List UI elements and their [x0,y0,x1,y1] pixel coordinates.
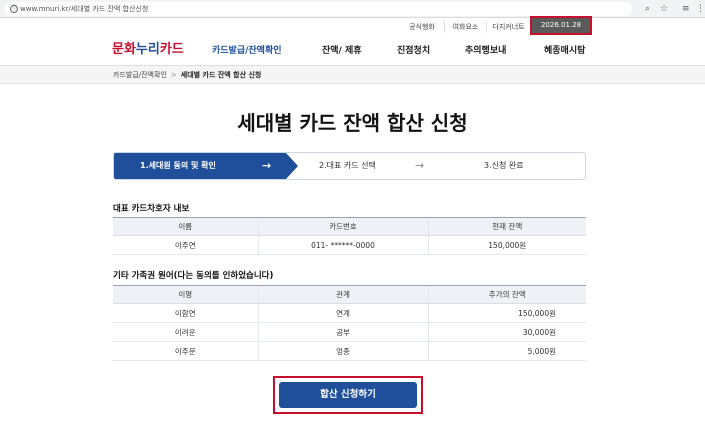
table-cell: 150,000원 [427,303,586,323]
breadcrumb-current: 세대별 카드 잔액 합산 신청 [180,71,262,79]
submit-highlight: 합산 신청하기 [273,376,423,414]
column-header: 카드번호 [257,217,428,236]
step-2-label: 2.대표 카드 선택 [319,161,376,170]
logo-text-1: 문화 [112,42,136,57]
search-icon[interactable]: ⌕ [645,3,650,15]
menu-item-5[interactable]: 혜종매시탐 [544,44,585,58]
table-cell: 이려운 [113,322,258,342]
menu-item-3[interactable]: 진점청치 [397,44,430,58]
submit-button[interactable]: 합산 신청하기 [279,382,417,408]
table-cell: 이주문 [113,341,258,361]
table-cell: 011- ******-0000 [257,235,428,255]
table-cell: 150,000원 [427,235,586,255]
logo-text-3: 카드 [159,42,184,57]
util-link-2[interactable]: 여화요소 [444,21,486,33]
menu-item-card-issue[interactable]: 카드발급/잔액확인 [212,44,282,58]
table-cell: 연계 [257,303,428,323]
breadcrumb-bar: 카드발급/잔액확인 > 세대별 카드 잔액 합산 신청 [0,66,705,84]
breadcrumb-parent[interactable]: 카드발급/잔액확인 [113,71,167,79]
table-cell: 엉종 [257,341,428,361]
column-header: 이름 [113,217,258,236]
arrow-right-icon: → [262,159,272,172]
table-cell: 이주연 [113,235,258,255]
table-cell: 30,000원 [427,322,586,342]
star-icon[interactable]: ☆ [660,3,668,15]
column-header: 추가의 잔액 [427,285,586,304]
family-table: 이명 관계 추가의 잔액 이함연 연계 150,000원 이려운 공부 30,0… [113,285,586,361]
menu-item-balance[interactable]: 잔액/ 제휴 [322,44,362,58]
family-section-title: 기타 가족권 원어(다는 동의를 인하었습니다) [113,271,274,281]
url-text: www.mnuri.kr/세대별 카드 잔액 합산신청 [20,5,149,13]
browser-toolbar: ⓘ www.mnuri.kr/세대별 카드 잔액 합산신청 ⌕ ☆ ≡ ⋮ [0,0,705,18]
table-row: 이려운 공부 30,000원 [113,322,586,342]
column-header: 관계 [257,285,428,304]
rep-section-title: 대표 카드차호자 내보 [113,204,190,214]
kebab-icon[interactable]: ⋮ [696,3,705,15]
menu-icon[interactable]: ≡ [682,3,690,15]
step-1-active: 1.세대원 동의 및 확인 → [114,153,286,179]
column-header: 현재 잔액 [427,217,586,236]
util-link-1[interactable]: 공식행화 [400,21,444,33]
table-header-row: 이름 카드번호 현재 잔액 [113,217,586,236]
rep-table: 이름 카드번호 현재 잔액 이주연 011- ******-0000 150,0… [113,217,586,255]
step-3-label: 3.신청 완료 [484,161,524,170]
table-row: 이함연 연계 150,000원 [113,303,586,323]
table-header-row: 이명 관계 추가의 잔액 [113,285,586,304]
step-1-label: 1.세대원 동의 및 확인 [140,161,216,170]
date-highlight: 2026.01.28 [530,16,592,35]
main-nav: 문화누리카드 카드발급/잔액확인 잔액/ 제휴 진점청치 추의행보내 혜종매시탐 [0,36,705,66]
breadcrumb: 카드발급/잔액확인 > 세대별 카드 잔액 합산 신청 [113,69,261,81]
utility-bar: 공식행화 여화요소 다지커너트 [0,18,705,36]
table-row: 이주문 엉종 5,000원 [113,341,586,361]
menu-item-4[interactable]: 추의행보내 [465,44,506,58]
address-bar[interactable]: ⓘ www.mnuri.kr/세대별 카드 잔액 합산신청 [4,2,632,16]
table-cell: 5,000원 [427,341,586,361]
step-1-tip [286,153,298,179]
arrow-right-icon: → [415,159,425,172]
table-cell: 공부 [257,322,428,342]
site-info-icon[interactable]: ⓘ [10,5,18,13]
column-header: 이명 [113,285,258,304]
table-row: 이주연 011- ******-0000 150,000원 [113,235,586,255]
breadcrumb-separator: > [170,71,177,79]
site-logo[interactable]: 문화누리카드 [112,41,184,59]
step-indicator: 1.세대원 동의 및 확인 → 2.대표 카드 선택 → 3.신청 완료 [113,152,586,180]
util-link-3[interactable]: 다지커너트 [486,21,530,33]
logo-text-2: 누리 [135,42,160,57]
table-cell: 이함연 [113,303,258,323]
page-title: 세대별 카드 잔액 합산 신청 [237,111,468,135]
